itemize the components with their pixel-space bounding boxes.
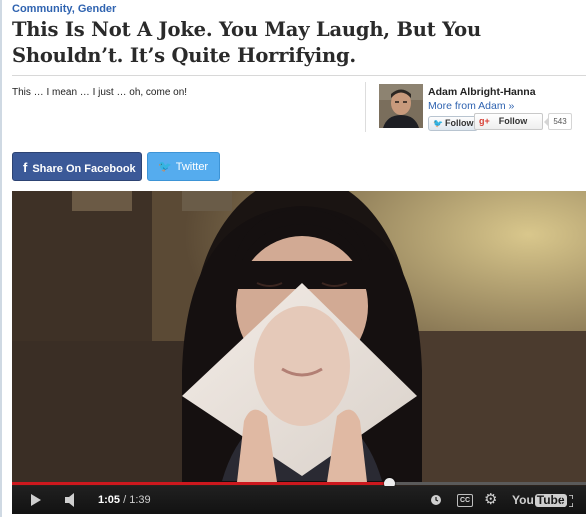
video-player[interactable]: 1:05 / 1:39 CC ⚙ You Tube [12, 191, 586, 514]
share-facebook-button[interactable]: f Share On Facebook [12, 152, 142, 181]
share-twitter-button[interactable]: 🐦 Twitter [147, 152, 220, 181]
youtube-logo[interactable]: You Tube [512, 486, 567, 514]
author-avatar[interactable] [379, 84, 423, 128]
duration: 1:39 [129, 494, 151, 506]
gear-icon[interactable]: ⚙ [484, 486, 497, 514]
clock-icon[interactable] [430, 486, 442, 514]
share-facebook-label: Share On Facebook [32, 163, 136, 175]
divider [365, 82, 366, 132]
breadcrumb: Community, Gender [12, 3, 116, 15]
divider [12, 75, 586, 76]
progress-fill [12, 482, 389, 485]
facebook-icon: f [23, 160, 28, 175]
google-plus-follow-button[interactable]: g+ Follow [474, 113, 543, 130]
twitter-follow-label: Follow [444, 118, 474, 128]
captions-button[interactable]: CC [457, 494, 474, 507]
volume-icon[interactable] [64, 486, 80, 514]
google-plus-icon: g+ [479, 116, 490, 126]
twitter-bird-icon: 🐦 [433, 119, 443, 128]
video-controls: 1:05 / 1:39 CC ⚙ You Tube [12, 486, 586, 514]
video-frame[interactable] [12, 191, 586, 482]
twitter-bird-icon: 🐦 [158, 161, 172, 173]
article-title: This Is Not A Joke. You May Laugh, But Y… [12, 18, 481, 67]
share-twitter-label: Twitter [175, 161, 209, 173]
progress-bar[interactable] [12, 482, 586, 485]
current-time: 1:05 [98, 494, 121, 506]
category-link-community[interactable]: Community [12, 3, 72, 15]
fullscreen-icon[interactable] [560, 494, 574, 508]
youtube-logo-you: You [512, 493, 534, 507]
article-subtitle: This … I mean … I just … oh, come on! [12, 87, 188, 98]
google-plus-follow-label: Follow [498, 116, 528, 126]
more-from-author-link[interactable]: More from Adam » [428, 100, 514, 112]
twitter-follow-button[interactable]: 🐦 Follow [428, 116, 479, 131]
play-icon[interactable] [30, 486, 42, 514]
author-name[interactable]: Adam Albright-Hanna [428, 86, 536, 98]
category-link-gender[interactable]: Gender [78, 3, 117, 15]
google-plus-follower-count: 543 [544, 113, 572, 130]
time-display: 1:05 / 1:39 [98, 486, 151, 514]
page-edge [0, 0, 2, 517]
time-separator: / [120, 494, 130, 506]
